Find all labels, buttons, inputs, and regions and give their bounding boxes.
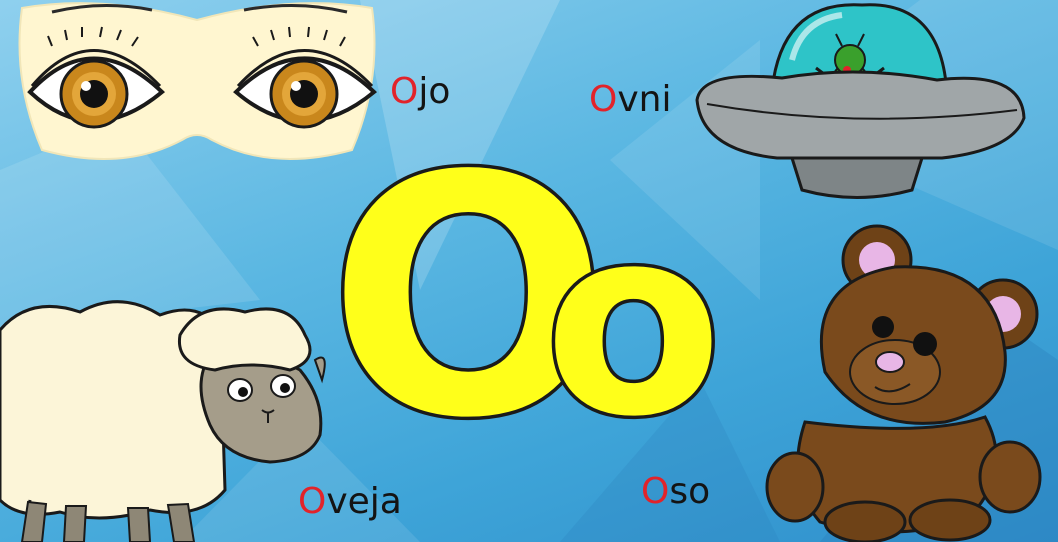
word-ovni: Ovni [589,82,671,118]
word-ovni-initial: O [589,79,618,120]
lowercase-letter: o [544,172,723,440]
big-letter-graphic: O o [326,140,726,440]
slide: O o Ojo Ovni Oveja Oso [0,0,1058,542]
word-oveja: Oveja [298,484,402,520]
word-ovni-rest: vni [617,79,672,120]
word-ojo: Ojo [390,74,450,110]
teddy-bear-illustration [765,224,1042,542]
word-oveja-rest: veja [326,481,402,522]
word-ojo-initial: O [390,71,419,112]
word-ojo-rest: jo [418,71,451,112]
word-oveja-initial: O [298,481,327,522]
word-oso-rest: so [669,471,711,512]
word-oso-initial: O [641,471,670,512]
sheep-illustration [0,300,326,542]
word-oso: Oso [641,474,710,510]
